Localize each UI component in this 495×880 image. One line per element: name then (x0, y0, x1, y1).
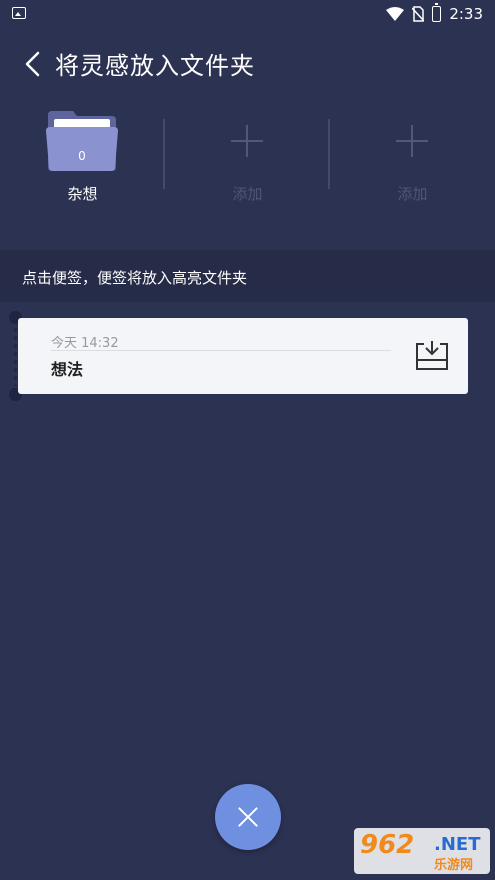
add-folder-label: 添加 (232, 185, 263, 203)
header: 将灵感放入文件夹 (0, 40, 495, 88)
move-to-folder-icon[interactable] (414, 338, 450, 372)
add-folder-button[interactable]: 添加 (165, 105, 330, 215)
clock: 2:33 (449, 5, 483, 23)
chevron-left-icon[interactable] (20, 50, 46, 78)
timeline-line (14, 326, 17, 386)
watermark-logo: 962 .NET 乐游网 (354, 828, 490, 874)
folder-count: 0 (78, 149, 86, 163)
add-folder-button[interactable]: 添加 (330, 105, 495, 215)
folder-icon: 0 (45, 109, 119, 173)
close-button[interactable] (215, 784, 281, 850)
note-title: 想法 (51, 360, 84, 379)
page-title: 将灵感放入文件夹 (55, 52, 255, 80)
note-card[interactable]: 今天 14:32 想法 (18, 318, 468, 394)
folder-label: 杂想 (67, 185, 98, 203)
status-icons: 2:33 (386, 3, 483, 23)
add-folder-label: 添加 (397, 185, 428, 203)
wifi-icon (386, 7, 405, 21)
plus-icon (231, 125, 263, 157)
card-divider (51, 350, 391, 351)
watermark-sub: 乐游网 (434, 858, 474, 873)
image-icon (12, 7, 26, 19)
battery-charging-icon (432, 3, 442, 22)
folder-row: 0 杂想 添加 添加 (0, 105, 495, 215)
folder-slot-zaxiang[interactable]: 0 杂想 (0, 105, 165, 215)
plus-icon (396, 125, 428, 157)
status-bar: 2:33 (0, 0, 495, 28)
timeline (9, 311, 22, 401)
watermark-number: 962 (360, 830, 415, 860)
hint-bar: 点击便签，便签将放入高亮文件夹 (0, 250, 495, 302)
no-sim-icon (412, 6, 425, 22)
watermark-domain: .NET (434, 834, 481, 855)
hint-text: 点击便签，便签将放入高亮文件夹 (22, 269, 248, 287)
note-date: 今天 14:32 (51, 336, 119, 351)
